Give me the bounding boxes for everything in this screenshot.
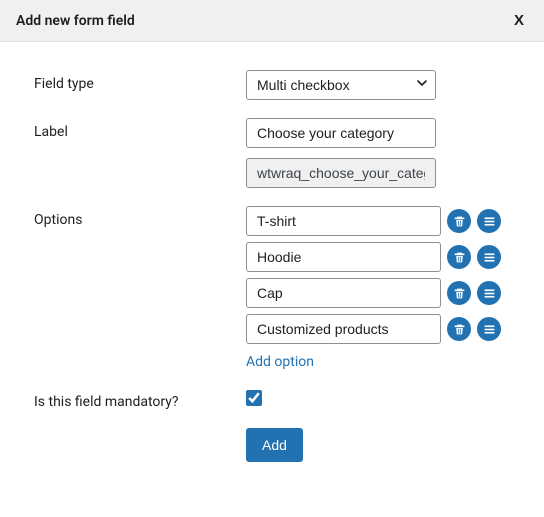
- trash-icon: [453, 323, 466, 336]
- option-row: [246, 278, 510, 308]
- delete-option-button[interactable]: [447, 209, 471, 233]
- row-submit: Add: [34, 428, 510, 462]
- label-label: Label: [34, 118, 246, 140]
- option-input[interactable]: [246, 278, 441, 308]
- row-label: Label: [34, 118, 510, 188]
- row-field-type: Field type Multi checkbox: [34, 70, 510, 100]
- delete-option-button[interactable]: [447, 281, 471, 305]
- row-options: Options: [34, 206, 510, 370]
- drag-handle-button[interactable]: [477, 281, 501, 305]
- option-row: [246, 206, 510, 236]
- dialog-header: Add new form field X: [0, 0, 544, 42]
- option-row: [246, 314, 510, 344]
- option-input[interactable]: [246, 242, 441, 272]
- label-input[interactable]: [246, 118, 436, 148]
- drag-handle-button[interactable]: [477, 209, 501, 233]
- field-type-select[interactable]: Multi checkbox: [246, 70, 436, 100]
- add-option-link[interactable]: Add option: [246, 354, 314, 370]
- row-mandatory: Is this field mandatory?: [34, 388, 510, 410]
- add-button[interactable]: Add: [246, 428, 303, 462]
- trash-icon: [453, 215, 466, 228]
- drag-icon: [483, 287, 496, 300]
- drag-icon: [483, 215, 496, 228]
- close-button[interactable]: X: [510, 12, 528, 29]
- label-field-type: Field type: [34, 70, 246, 92]
- option-input[interactable]: [246, 206, 441, 236]
- mandatory-checkbox[interactable]: [246, 390, 262, 406]
- drag-handle-button[interactable]: [477, 245, 501, 269]
- label-options: Options: [34, 206, 246, 228]
- dialog-body: Field type Multi checkbox Label Options: [0, 42, 544, 508]
- drag-handle-button[interactable]: [477, 317, 501, 341]
- slug-input[interactable]: [246, 158, 436, 188]
- option-input[interactable]: [246, 314, 441, 344]
- dialog-title: Add new form field: [16, 13, 135, 29]
- drag-icon: [483, 251, 496, 264]
- option-row: [246, 242, 510, 272]
- label-mandatory: Is this field mandatory?: [34, 388, 246, 410]
- delete-option-button[interactable]: [447, 245, 471, 269]
- drag-icon: [483, 323, 496, 336]
- trash-icon: [453, 287, 466, 300]
- delete-option-button[interactable]: [447, 317, 471, 341]
- trash-icon: [453, 251, 466, 264]
